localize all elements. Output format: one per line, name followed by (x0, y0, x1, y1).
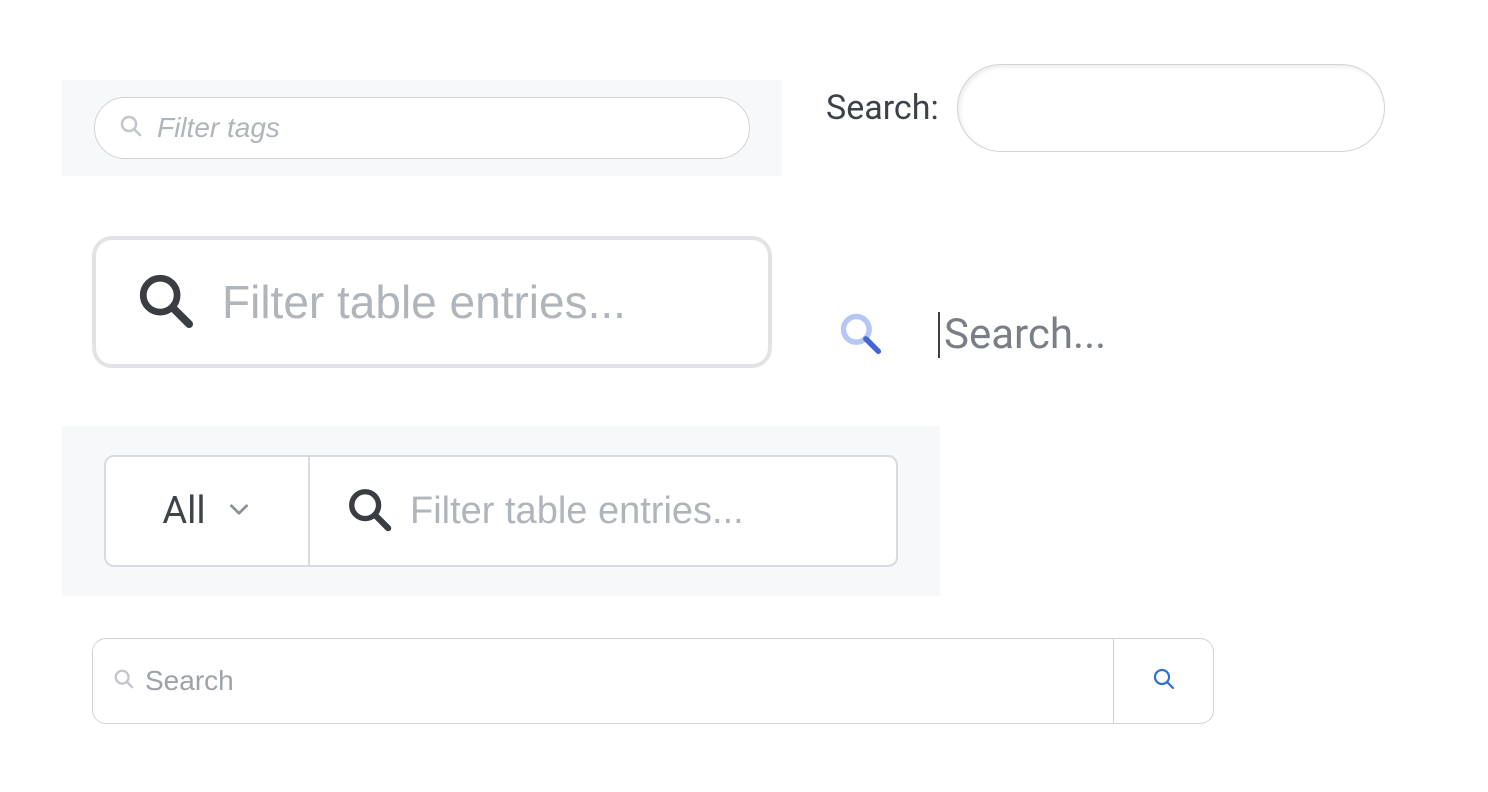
filter-table-input[interactable] (410, 490, 860, 533)
filter-tags-input[interactable] (157, 112, 725, 144)
search-icon (346, 486, 392, 536)
filter-table-field[interactable] (310, 455, 898, 567)
chevron-down-icon (226, 496, 252, 526)
filter-tags-field[interactable] (94, 97, 750, 159)
filter-table-large-field[interactable] (92, 236, 772, 368)
filter-tags-container (62, 80, 782, 176)
filter-scope-dropdown-label: All (162, 489, 205, 533)
search-submit-button[interactable] (1114, 638, 1214, 724)
search-icon (838, 311, 882, 359)
search-icon (113, 668, 135, 694)
filter-with-dropdown-container: All (62, 426, 940, 596)
search-icon (136, 271, 194, 333)
search-icon (119, 114, 143, 142)
search-borderless-placeholder: Search... (944, 310, 1106, 359)
search-borderless-input[interactable]: Search... (938, 310, 1106, 359)
search-bar-input[interactable] (145, 665, 1093, 697)
text-caret (938, 312, 940, 358)
search-bar-field[interactable] (92, 638, 1114, 724)
search-borderless-container: Search... (838, 310, 1106, 359)
search-icon (1152, 667, 1176, 695)
search-label: Search: (826, 88, 939, 128)
search-bar-with-button (92, 638, 1214, 724)
filter-scope-dropdown[interactable]: All (104, 455, 310, 567)
search-labeled-input[interactable] (958, 65, 1384, 151)
search-labeled-container: Search: (826, 64, 1385, 152)
search-labeled-field[interactable] (957, 64, 1385, 152)
filter-table-large-input[interactable] (222, 275, 728, 329)
